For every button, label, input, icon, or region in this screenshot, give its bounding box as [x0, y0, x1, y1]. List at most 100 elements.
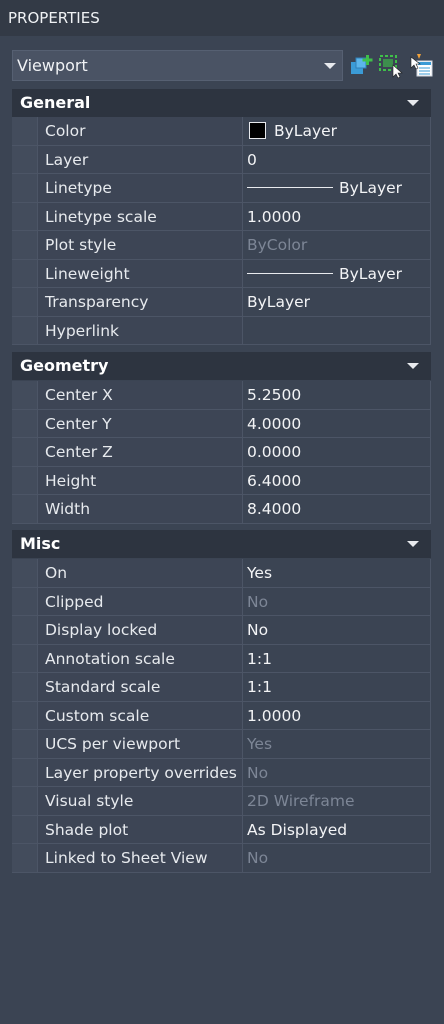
row-gutter	[12, 787, 37, 815]
row-gutter	[12, 259, 37, 287]
property-row-linked-to-sheet-view[interactable]: Linked to Sheet View No	[12, 844, 431, 873]
property-row-shade-plot[interactable]: Shade plot As Displayed	[12, 815, 431, 844]
property-row-ucs-per-viewport[interactable]: UCS per viewport Yes	[12, 730, 431, 759]
property-row-custom-scale[interactable]: Custom scale 1.0000	[12, 701, 431, 730]
property-row-height[interactable]: Height 6.4000	[12, 466, 431, 495]
quick-select-icon[interactable]	[408, 53, 434, 79]
property-value[interactable]: 6.4000	[243, 466, 431, 494]
property-value[interactable]: ByLayer	[243, 288, 431, 316]
select-objects-icon[interactable]	[378, 53, 404, 79]
property-name: UCS per viewport	[37, 730, 243, 758]
property-name: On	[37, 559, 243, 587]
misc-properties: On Yes Clipped No Display locked No Anno…	[12, 559, 431, 873]
property-name: Center Z	[37, 438, 243, 466]
property-value-text: ByLayer	[339, 264, 403, 283]
property-name: Display locked	[37, 616, 243, 644]
property-name: Visual style	[37, 787, 243, 815]
row-gutter	[12, 495, 37, 523]
property-name: Height	[37, 466, 243, 494]
row-gutter	[12, 815, 37, 843]
property-value[interactable]: 0	[243, 145, 431, 173]
property-row-visual-style[interactable]: Visual style 2D Wireframe	[12, 787, 431, 816]
property-value-text: ByLayer	[339, 179, 403, 197]
property-value-text: ByLayer	[274, 122, 338, 140]
panel-title: PROPERTIES	[0, 0, 444, 36]
property-name: Plot style	[37, 231, 243, 259]
property-value[interactable]: ByLayer	[243, 259, 431, 287]
row-gutter	[12, 758, 37, 786]
property-row-on[interactable]: On Yes	[12, 559, 431, 588]
property-row-annotation-scale[interactable]: Annotation scale 1:1	[12, 644, 431, 673]
property-name: Linked to Sheet View	[37, 844, 243, 872]
property-row-plot-style[interactable]: Plot style ByColor	[12, 231, 431, 260]
property-value[interactable]: No	[243, 616, 431, 644]
property-value[interactable]: 1:1	[243, 644, 431, 672]
property-row-transparency[interactable]: Transparency ByLayer	[12, 288, 431, 317]
section-header-general[interactable]: General	[12, 89, 431, 117]
property-row-layer-property-overrides[interactable]: Layer property overrides No	[12, 758, 431, 787]
property-name: Clipped	[37, 587, 243, 615]
property-name: Standard scale	[37, 673, 243, 701]
property-row-center-y[interactable]: Center Y 4.0000	[12, 409, 431, 438]
property-name: Hyperlink	[37, 316, 243, 344]
object-type-dropdown[interactable]: Viewport	[12, 50, 343, 81]
geometry-properties: Center X 5.2500 Center Y 4.0000 Center Z…	[12, 381, 431, 524]
property-name: Custom scale	[37, 701, 243, 729]
property-row-linetype-scale[interactable]: Linetype scale 1.0000	[12, 202, 431, 231]
property-value[interactable]: 4.0000	[243, 409, 431, 437]
property-row-layer[interactable]: Layer 0	[12, 145, 431, 174]
row-gutter	[12, 117, 37, 145]
row-gutter	[12, 587, 37, 615]
object-selector-row: Viewport	[12, 50, 436, 81]
property-name: Transparency	[37, 288, 243, 316]
property-name: Layer	[37, 145, 243, 173]
row-gutter	[12, 730, 37, 758]
lineweight-sample	[247, 272, 333, 274]
section-title: Geometry	[20, 356, 109, 375]
property-value[interactable]: ByLayer	[243, 117, 431, 145]
property-row-display-locked[interactable]: Display locked No	[12, 616, 431, 645]
property-name: Annotation scale	[37, 644, 243, 672]
toggle-pickadd-icon[interactable]	[349, 53, 375, 79]
object-type-value: Viewport	[17, 56, 88, 75]
property-value[interactable]: As Displayed	[243, 815, 431, 843]
property-name: Width	[37, 495, 243, 523]
property-value[interactable]: 0.0000	[243, 438, 431, 466]
chevron-down-icon	[407, 363, 419, 369]
property-value[interactable]: 1.0000	[243, 701, 431, 729]
property-value[interactable]: Yes	[243, 559, 431, 587]
row-gutter	[12, 231, 37, 259]
row-gutter	[12, 381, 37, 409]
section-header-misc[interactable]: Misc	[12, 530, 431, 558]
property-value[interactable]: 1.0000	[243, 202, 431, 230]
row-gutter	[12, 559, 37, 587]
row-gutter	[12, 438, 37, 466]
property-value: ByColor	[243, 231, 431, 259]
chevron-down-icon	[407, 100, 419, 106]
property-row-standard-scale[interactable]: Standard scale 1:1	[12, 673, 431, 702]
section-title: Misc	[20, 534, 61, 553]
property-name: Linetype	[37, 174, 243, 202]
property-value[interactable]: ByLayer	[243, 174, 431, 202]
property-row-center-x[interactable]: Center X 5.2500	[12, 381, 431, 410]
row-gutter	[12, 616, 37, 644]
row-gutter	[12, 145, 37, 173]
row-gutter	[12, 466, 37, 494]
property-value: No	[243, 587, 431, 615]
property-value[interactable]: 5.2500	[243, 381, 431, 409]
property-row-clipped[interactable]: Clipped No	[12, 587, 431, 616]
property-row-center-z[interactable]: Center Z 0.0000	[12, 438, 431, 467]
row-gutter	[12, 701, 37, 729]
property-row-color[interactable]: Color ByLayer	[12, 117, 431, 146]
property-row-linetype[interactable]: Linetype ByLayer	[12, 174, 431, 203]
color-swatch	[249, 122, 266, 139]
property-name: Center Y	[37, 409, 243, 437]
property-row-width[interactable]: Width 8.4000	[12, 495, 431, 524]
property-row-hyperlink[interactable]: Hyperlink	[12, 316, 431, 345]
section-header-geometry[interactable]: Geometry	[12, 352, 431, 380]
property-value[interactable]: 1:1	[243, 673, 431, 701]
property-value[interactable]: 8.4000	[243, 495, 431, 523]
property-value[interactable]	[243, 316, 431, 344]
chevron-down-icon	[407, 541, 419, 547]
property-row-lineweight[interactable]: Lineweight ByLayer	[12, 259, 431, 288]
